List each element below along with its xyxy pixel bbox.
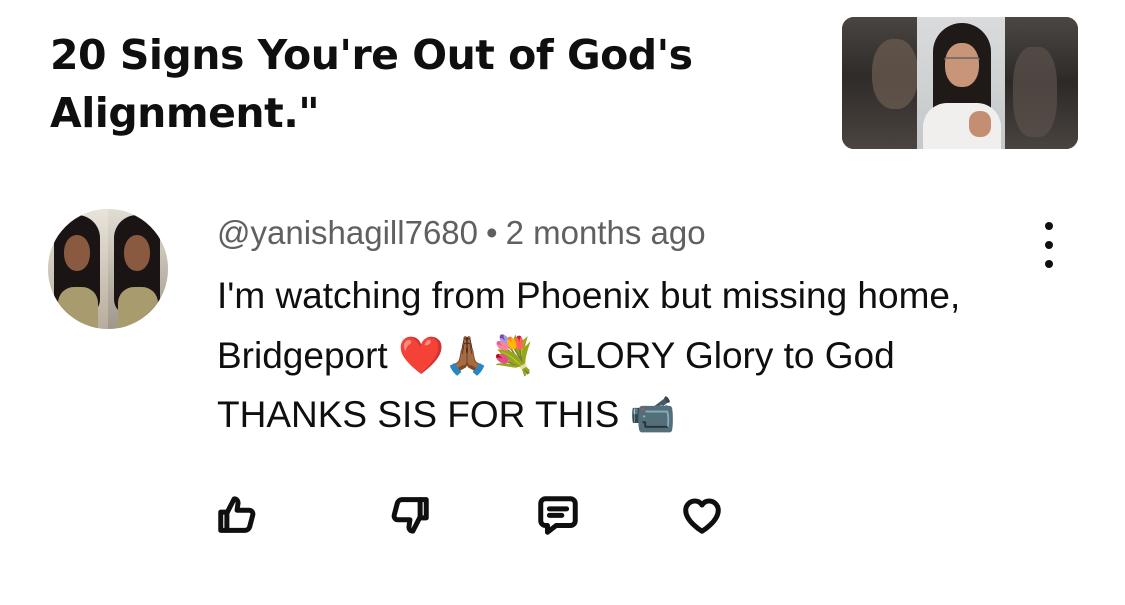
comment-meta: @yanishagill7680 • 2 months ago (217, 212, 706, 254)
reply-button[interactable] (533, 490, 583, 540)
thumbnail-blur-figure (872, 39, 918, 109)
thumbs-down-icon (391, 497, 429, 534)
thumbnail-presenter (917, 17, 1005, 149)
thumbnail-left-panel (842, 17, 918, 149)
avatar[interactable] (48, 209, 168, 329)
heart-button[interactable] (677, 490, 727, 540)
video-thumbnail[interactable] (842, 17, 1078, 149)
more-vertical-icon[interactable] (1030, 222, 1068, 268)
comment-author[interactable]: @yanishagill7680 (217, 214, 478, 251)
thumbnail-right-panel (1005, 17, 1078, 149)
like-button[interactable] (213, 490, 263, 540)
meta-separator: • (486, 214, 498, 251)
thumbs-up-icon (218, 496, 256, 533)
dislike-button[interactable] (384, 490, 434, 540)
comment-text: I'm watching from Phoenix but missing ho… (217, 275, 961, 435)
comment-timestamp: 2 months ago (505, 214, 706, 251)
video-title[interactable]: 20 Signs You're Out of God's Alignment." (50, 26, 790, 142)
comment-icon (538, 496, 578, 535)
heart-icon (683, 498, 721, 534)
